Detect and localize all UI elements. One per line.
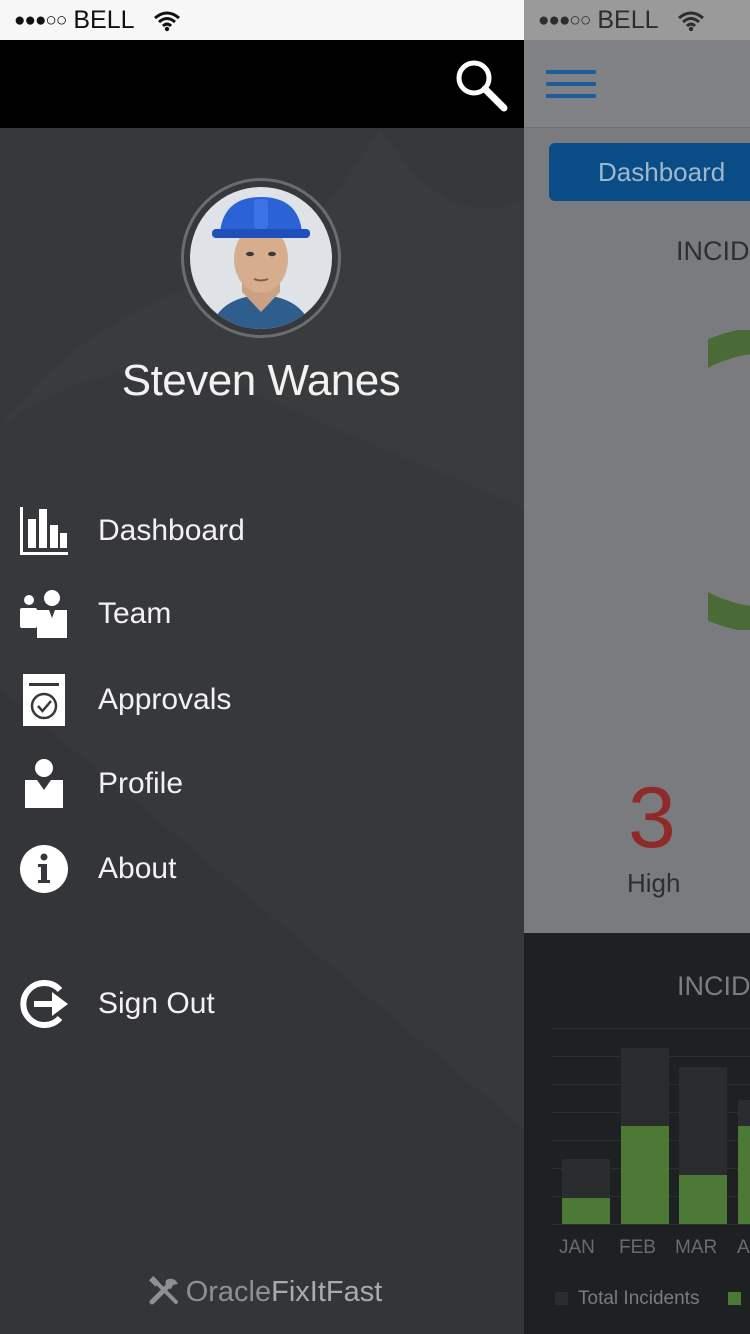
nav-item-team[interactable]: Team: [0, 576, 524, 652]
brand-oracle: Oracle: [185, 1276, 272, 1308]
user-icon: [25, 759, 63, 808]
legend-swatch-total: [555, 1292, 568, 1305]
app-brand: OracleFixItFast: [0, 1276, 524, 1309]
bar-value-feb: [621, 1126, 669, 1224]
search-icon[interactable]: [452, 56, 510, 114]
legend-swatch-series2: [728, 1292, 741, 1305]
nav-label-profile: Profile: [98, 767, 184, 800]
wifi-icon: [677, 11, 704, 32]
x-tick-label: A: [737, 1237, 750, 1258]
bar-value-jan: [562, 1197, 610, 1224]
x-tick-label: JAN: [559, 1237, 595, 1258]
x-tick-label: FEB: [619, 1237, 656, 1258]
nav-label-dashboard: Dashboard: [98, 514, 245, 547]
gridline: [552, 1028, 750, 1029]
tools-icon: [148, 1276, 178, 1305]
navigation-drawer: ●●●○○ BELL Steven Wanes Dashboard Team A…: [0, 0, 524, 1334]
avatar-photo: [190, 187, 332, 329]
nav-item-dashboard[interactable]: Dashboard: [0, 493, 524, 569]
nav-label-about: About: [98, 852, 177, 885]
user-avatar[interactable]: [181, 178, 341, 338]
brand-fixitfast: FixItFast: [271, 1276, 383, 1308]
nav-item-approvals[interactable]: Approvals: [0, 662, 524, 738]
main-header: [524, 40, 750, 128]
sign-out-icon: [20, 980, 68, 1028]
clipboard-check-icon: [23, 674, 65, 726]
info-icon: [20, 845, 68, 893]
x-tick-label: MAR: [675, 1237, 718, 1258]
status-bar: ●●●○○ BELL: [524, 0, 750, 40]
signal-strength: ●●●○○: [538, 10, 591, 31]
gridline: [552, 1224, 750, 1225]
high-incident-count: 3: [628, 770, 676, 866]
nav-item-sign-out[interactable]: Sign Out: [0, 966, 524, 1042]
bar-value-mar: [679, 1175, 727, 1224]
status-bar: ●●●○○ BELL: [0, 0, 524, 40]
chart-title: INCID: [677, 971, 750, 1001]
nav-item-about[interactable]: About: [0, 831, 524, 907]
nav-item-profile[interactable]: Profile: [0, 746, 524, 822]
signal-strength: ●●●○○: [14, 10, 67, 31]
hamburger-menu-icon[interactable]: [546, 70, 596, 98]
nav-label-approvals: Approvals: [98, 683, 232, 716]
incidents-section-title: INCID: [676, 236, 750, 266]
incidents-donut-chart: [708, 330, 750, 630]
legend-label-total: Total Incidents: [578, 1288, 700, 1309]
bar-chart-icon: [20, 507, 68, 555]
drawer-top-bar: [0, 40, 524, 128]
incidents-bar-chart: INCID JAN FEB MAR A Total Incidents: [524, 933, 750, 1334]
main-screen: ●●●○○ BELL Dashboard INCID 3 High INCID …: [524, 0, 750, 1334]
team-icon: [20, 590, 67, 638]
dashboard-tab-button[interactable]: Dashboard: [549, 143, 750, 201]
nav-label-team: Team: [98, 597, 172, 630]
user-name: Steven Wanes: [121, 356, 401, 405]
bar-value-a: [738, 1126, 750, 1224]
wifi-icon: [153, 11, 180, 32]
carrier-name: BELL: [597, 6, 658, 34]
nav-label-sign-out: Sign Out: [98, 987, 215, 1020]
high-incident-label: High: [627, 868, 681, 898]
carrier-name: BELL: [73, 6, 134, 34]
